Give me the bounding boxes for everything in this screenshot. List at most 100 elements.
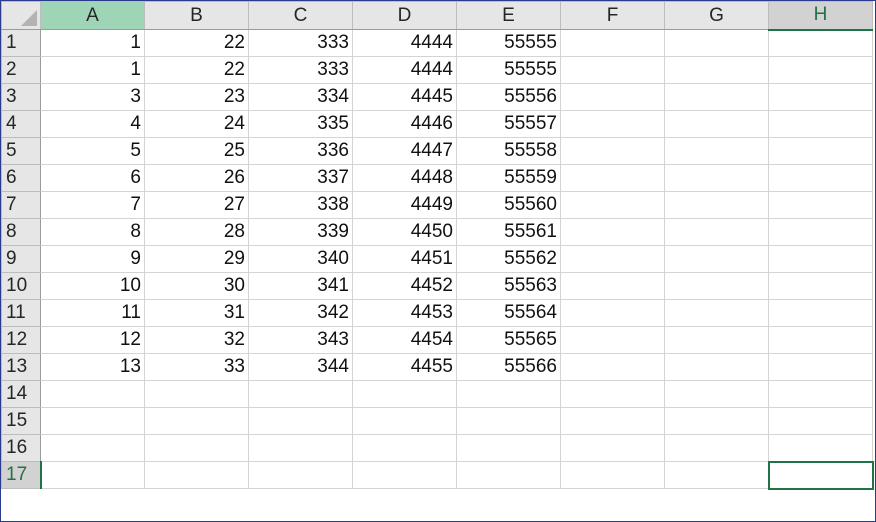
cell-d16[interactable] bbox=[352, 434, 457, 462]
cell-c17[interactable] bbox=[248, 461, 353, 489]
cell-e17[interactable] bbox=[456, 461, 561, 489]
cell-c14[interactable] bbox=[248, 380, 353, 408]
cell-c2[interactable]: 333 bbox=[248, 56, 353, 84]
cell-c12[interactable]: 343 bbox=[248, 326, 353, 354]
row-header[interactable]: 12 bbox=[1, 326, 41, 354]
cell-g6[interactable] bbox=[664, 164, 769, 192]
row-header[interactable]: 17 bbox=[1, 461, 42, 489]
cell-d8[interactable]: 4450 bbox=[352, 218, 457, 246]
cell-h8[interactable] bbox=[768, 218, 873, 246]
cell-h17[interactable] bbox=[767, 460, 874, 490]
cell-d6[interactable]: 4448 bbox=[352, 164, 457, 192]
cell-h16[interactable] bbox=[768, 434, 873, 462]
cell-g13[interactable] bbox=[664, 353, 769, 381]
cell-g7[interactable] bbox=[664, 191, 769, 219]
cell-c16[interactable] bbox=[248, 434, 353, 462]
cell-a9[interactable]: 9 bbox=[40, 245, 145, 273]
column-header-a[interactable]: A bbox=[40, 1, 145, 30]
cell-b17[interactable] bbox=[144, 461, 249, 489]
cell-a6[interactable]: 6 bbox=[40, 164, 145, 192]
cell-a15[interactable] bbox=[40, 407, 145, 435]
cell-c13[interactable]: 344 bbox=[248, 353, 353, 381]
cell-a7[interactable]: 7 bbox=[40, 191, 145, 219]
cell-f2[interactable] bbox=[560, 56, 665, 84]
cell-f11[interactable] bbox=[560, 299, 665, 327]
column-header-h[interactable]: H bbox=[768, 1, 873, 31]
row-header[interactable]: 4 bbox=[1, 110, 41, 138]
cell-h10[interactable] bbox=[768, 272, 873, 300]
cell-h7[interactable] bbox=[768, 191, 873, 219]
cell-c8[interactable]: 339 bbox=[248, 218, 353, 246]
cell-b5[interactable]: 25 bbox=[144, 137, 249, 165]
cell-b15[interactable] bbox=[144, 407, 249, 435]
cell-e13[interactable]: 55566 bbox=[456, 353, 561, 381]
cell-f17[interactable] bbox=[560, 461, 665, 489]
cell-e14[interactable] bbox=[456, 380, 561, 408]
cell-f12[interactable] bbox=[560, 326, 665, 354]
cell-b2[interactable]: 22 bbox=[144, 56, 249, 84]
select-all-button[interactable] bbox=[1, 1, 41, 30]
cell-f5[interactable] bbox=[560, 137, 665, 165]
cell-h9[interactable] bbox=[768, 245, 873, 273]
cell-g14[interactable] bbox=[664, 380, 769, 408]
cell-h12[interactable] bbox=[768, 326, 873, 354]
row-header[interactable]: 8 bbox=[1, 218, 41, 246]
cell-c6[interactable]: 337 bbox=[248, 164, 353, 192]
cell-d4[interactable]: 4446 bbox=[352, 110, 457, 138]
cell-h14[interactable] bbox=[768, 380, 873, 408]
column-header-g[interactable]: G bbox=[664, 1, 769, 30]
cell-b13[interactable]: 33 bbox=[144, 353, 249, 381]
cell-g3[interactable] bbox=[664, 83, 769, 111]
cell-c10[interactable]: 341 bbox=[248, 272, 353, 300]
cell-b7[interactable]: 27 bbox=[144, 191, 249, 219]
cell-g9[interactable] bbox=[664, 245, 769, 273]
cell-f1[interactable] bbox=[560, 29, 665, 57]
column-header-d[interactable]: D bbox=[352, 1, 457, 30]
cell-e3[interactable]: 55556 bbox=[456, 83, 561, 111]
row-header[interactable]: 5 bbox=[1, 137, 41, 165]
row-header[interactable]: 7 bbox=[1, 191, 41, 219]
cell-b3[interactable]: 23 bbox=[144, 83, 249, 111]
column-header-f[interactable]: F bbox=[560, 1, 665, 30]
cell-b4[interactable]: 24 bbox=[144, 110, 249, 138]
cell-b1[interactable]: 22 bbox=[144, 29, 249, 57]
cell-a13[interactable]: 13 bbox=[40, 353, 145, 381]
cell-e5[interactable]: 55558 bbox=[456, 137, 561, 165]
cell-b9[interactable]: 29 bbox=[144, 245, 249, 273]
cell-f9[interactable] bbox=[560, 245, 665, 273]
cell-a12[interactable]: 12 bbox=[40, 326, 145, 354]
cell-e1[interactable]: 55555 bbox=[456, 29, 561, 57]
cell-d2[interactable]: 4444 bbox=[352, 56, 457, 84]
row-header[interactable]: 2 bbox=[1, 56, 41, 84]
row-header[interactable]: 9 bbox=[1, 245, 41, 273]
cell-a3[interactable]: 3 bbox=[40, 83, 145, 111]
column-header-b[interactable]: B bbox=[144, 1, 249, 30]
row-header[interactable]: 1 bbox=[1, 29, 41, 57]
cell-b12[interactable]: 32 bbox=[144, 326, 249, 354]
cell-e2[interactable]: 55555 bbox=[456, 56, 561, 84]
cell-f4[interactable] bbox=[560, 110, 665, 138]
cell-d14[interactable] bbox=[352, 380, 457, 408]
cell-d3[interactable]: 4445 bbox=[352, 83, 457, 111]
cell-h2[interactable] bbox=[768, 56, 873, 84]
cell-a16[interactable] bbox=[40, 434, 145, 462]
cell-e4[interactable]: 55557 bbox=[456, 110, 561, 138]
cell-g10[interactable] bbox=[664, 272, 769, 300]
cell-e7[interactable]: 55560 bbox=[456, 191, 561, 219]
cell-f3[interactable] bbox=[560, 83, 665, 111]
cell-c11[interactable]: 342 bbox=[248, 299, 353, 327]
cell-a5[interactable]: 5 bbox=[40, 137, 145, 165]
cell-g4[interactable] bbox=[664, 110, 769, 138]
cell-d13[interactable]: 4455 bbox=[352, 353, 457, 381]
row-header[interactable]: 6 bbox=[1, 164, 41, 192]
row-header[interactable]: 15 bbox=[1, 407, 41, 435]
row-header[interactable]: 3 bbox=[1, 83, 41, 111]
cell-g8[interactable] bbox=[664, 218, 769, 246]
cell-b6[interactable]: 26 bbox=[144, 164, 249, 192]
cell-b14[interactable] bbox=[144, 380, 249, 408]
cell-d9[interactable]: 4451 bbox=[352, 245, 457, 273]
cell-g2[interactable] bbox=[664, 56, 769, 84]
cell-f10[interactable] bbox=[560, 272, 665, 300]
cell-f16[interactable] bbox=[560, 434, 665, 462]
cell-h4[interactable] bbox=[768, 110, 873, 138]
